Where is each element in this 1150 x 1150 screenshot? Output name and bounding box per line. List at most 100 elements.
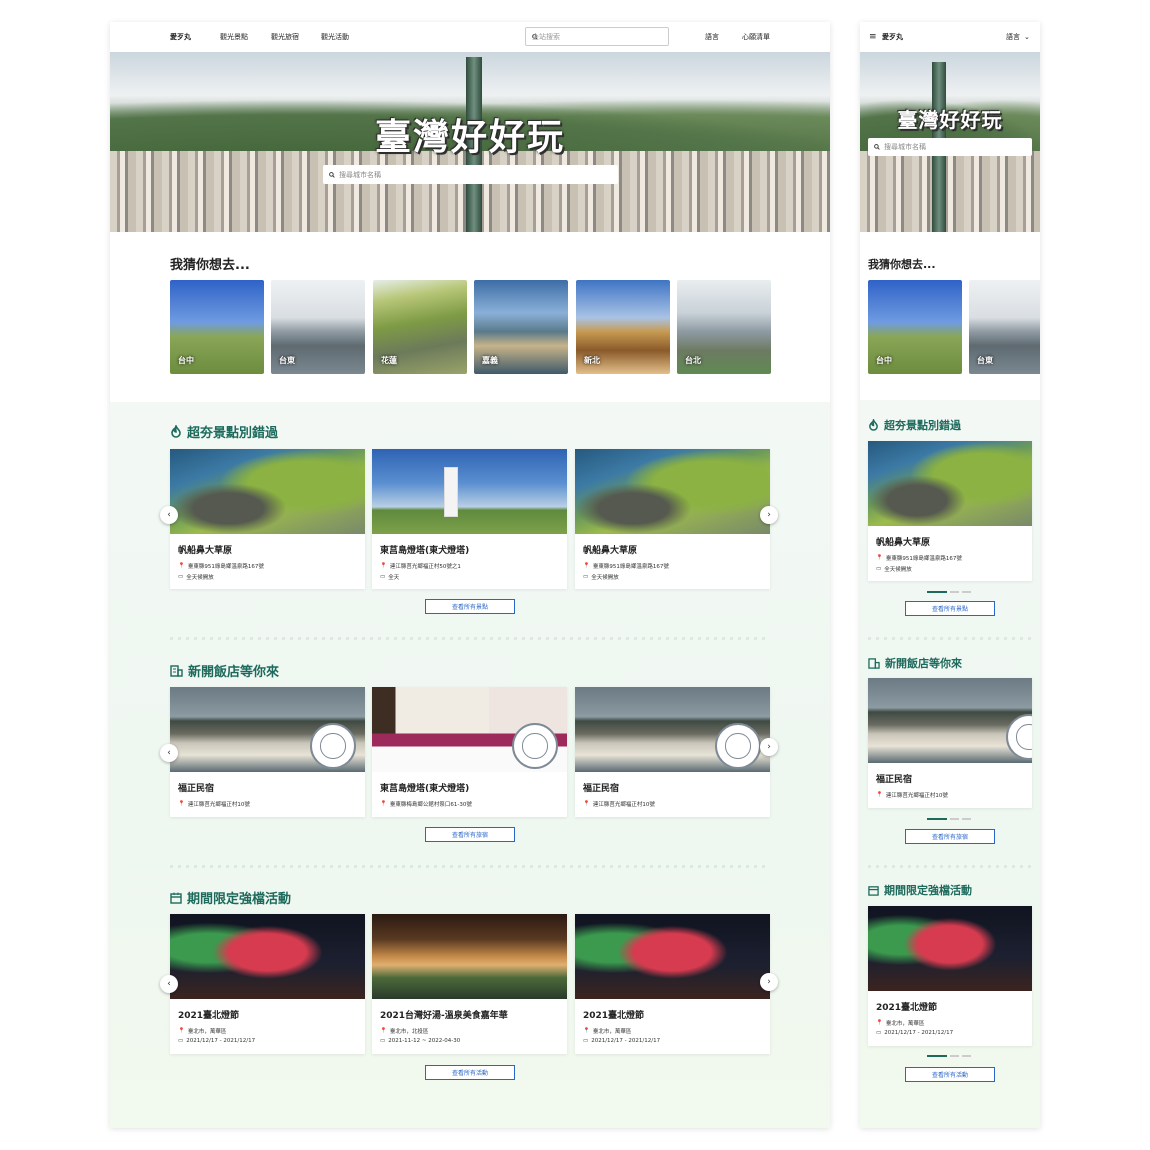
city-card-taichung[interactable]: 台中: [170, 280, 264, 374]
city-card-hualien[interactable]: 花蓮: [373, 280, 467, 374]
search-icon: [874, 144, 880, 150]
chevron-right-icon[interactable]: ›: [760, 973, 778, 991]
events-heading-text: 期間限定強檔活動: [884, 884, 972, 897]
city-card-taichung[interactable]: 台中: [868, 280, 962, 374]
event-card[interactable]: 2021台灣好湯-溫泉美食嘉年華 📍 臺北市，北投區 ▭ 2021-11-12 ~ …: [372, 914, 567, 1054]
hotel-title: 福正民宿: [876, 775, 913, 785]
city-label: 台東: [279, 356, 295, 365]
view-all-events-button[interactable]: 查看所有活動: [905, 1067, 995, 1082]
view-all-hotels-button[interactable]: 查看所有旅宿: [425, 827, 515, 842]
event-date: 2021/12/17 - 2021/12/17: [186, 1038, 256, 1044]
chevron-left-icon[interactable]: ‹: [160, 975, 178, 993]
carousel-pagination[interactable]: [927, 1055, 971, 1057]
desktop-frame: 愛歹丸 觀光景點 觀光旅宿 觀光活動 全站搜索 語言 心願清單 臺灣好好玩 搜尋…: [110, 22, 830, 1128]
site-search-placeholder: 全站搜索: [532, 32, 560, 41]
logo[interactable]: 愛歹丸: [882, 32, 903, 42]
spots-heading-text: 超夯景點別錯過: [884, 419, 961, 432]
event-image: [372, 914, 567, 999]
event-card[interactable]: 2021臺北燈節 📍 臺北市，萬華區 ▭ 2021/12/17 - 2021/12/…: [868, 906, 1032, 1046]
event-place: 臺北市，萬華區: [592, 1029, 632, 1035]
hotel-image: [372, 687, 567, 772]
spot-card[interactable]: 帆船鼻大草原 📍 臺東縣951綠島鄉溫泉路167號 ▭ 全天候開放: [170, 449, 365, 589]
spot-hours: 全天候開放: [591, 575, 619, 581]
chevron-left-icon[interactable]: ‹: [160, 744, 178, 762]
pin-icon: 📍: [380, 563, 387, 569]
city-card-taitung[interactable]: 台東: [271, 280, 365, 374]
taiwan-stay-badge: [512, 723, 558, 769]
spot-card[interactable]: 東莒島燈塔(東犬燈塔) 📍 連江縣莒光鄉福正村50號之1 ▭ 全天: [372, 449, 567, 589]
city-label: 台北: [685, 356, 701, 365]
spot-hours: 全天候開放: [186, 575, 214, 581]
hotel-address: 連江縣莒光鄉福正村10號: [885, 793, 948, 799]
spot-title: 帆船鼻大草原: [178, 546, 233, 556]
carousel-pagination[interactable]: [927, 591, 971, 593]
hero-title: 臺灣好好玩: [374, 116, 565, 158]
hotel-address: 連江縣莒光鄉福正村10號: [592, 802, 655, 808]
event-title: 2021臺北燈節: [583, 1011, 645, 1021]
city-card-taipei[interactable]: 台北: [677, 280, 771, 374]
hotels-heading-text: 新開飯店等你來: [188, 665, 280, 680]
city-search-input[interactable]: 搜尋城市名稱: [868, 138, 1032, 156]
menu-icon[interactable]: ≡: [869, 32, 877, 42]
logo[interactable]: 愛歹丸: [170, 32, 191, 42]
city-search-placeholder: 搜尋城市名稱: [339, 170, 381, 179]
event-card[interactable]: 2021臺北燈節 📍 臺北市，萬華區 ▭ 2021/12/17 - 2021/12/…: [170, 914, 365, 1054]
spot-card[interactable]: 帆船鼻大草原 📍 臺東縣951綠島鄉溫泉路167號 ▭ 全天候開放: [575, 449, 770, 589]
wishlist-link[interactable]: 心願清單: [742, 32, 770, 42]
spot-hours: 全天候開放: [884, 567, 912, 573]
mobile-frame: ≡ 愛歹丸 語言 ⌄ 臺灣好好玩 搜尋城市名稱 我猜你想去... 台中 台東 超…: [860, 22, 1040, 1128]
nav-link-spots[interactable]: 觀光景點: [220, 32, 248, 42]
carousel-pagination[interactable]: [927, 818, 971, 820]
divider: [170, 865, 770, 868]
view-all-spots-button[interactable]: 查看所有景點: [905, 601, 995, 616]
city-card-chiayi[interactable]: 嘉義: [474, 280, 568, 374]
event-image: [868, 906, 1032, 991]
hotel-title: 福正民宿: [583, 784, 620, 794]
chevron-left-icon[interactable]: ‹: [160, 506, 178, 524]
hotel-card[interactable]: 福正民宿 📍 連江縣莒光鄉福正村10號: [170, 687, 365, 817]
city-card-taitung[interactable]: 台東: [969, 280, 1040, 374]
view-all-events-button[interactable]: 查看所有活動: [425, 1065, 515, 1080]
view-all-spots-button[interactable]: 查看所有景點: [425, 599, 515, 614]
hotel-card[interactable]: 福正民宿 📍 連江縣莒光鄉福正村10號: [868, 678, 1032, 808]
view-all-hotels-button[interactable]: 查看所有旅宿: [905, 829, 995, 844]
hotels-heading: 新開飯店等你來: [170, 661, 279, 680]
spot-image: [868, 441, 1032, 526]
chevron-down-icon[interactable]: ⌄: [1024, 33, 1030, 41]
calendar-icon: ▭: [583, 574, 589, 580]
hotel-title: 福正民宿: [178, 784, 215, 794]
event-date: 2021-11-12 ~ 2022-04-30: [388, 1038, 461, 1044]
top-nav: 愛歹丸 觀光景點 觀光旅宿 觀光活動 全站搜索 語言 心願清單: [110, 22, 830, 52]
event-card[interactable]: 2021臺北燈節 📍 臺北市，萬華區 ▭ 2021/12/17 - 2021/12/…: [575, 914, 770, 1054]
site-search-input[interactable]: 全站搜索: [525, 27, 669, 46]
chevron-right-icon[interactable]: ›: [760, 738, 778, 756]
fire-icon: [869, 419, 878, 431]
spot-address: 連江縣莒光鄉福正村50號之1: [389, 564, 461, 570]
calendar-icon: ▭: [380, 1038, 386, 1044]
hotels-heading-text: 新開飯店等你來: [885, 657, 962, 670]
city-search-input[interactable]: 搜尋城市名稱: [323, 165, 618, 184]
hotels-heading: 新開飯店等你來: [868, 655, 962, 671]
hotel-card[interactable]: 東莒島燈塔(東犬燈塔) 📍 臺東縣梅島鄉公館村祭口61-30號: [372, 687, 567, 817]
taiwan-stay-badge: [1006, 714, 1032, 760]
hotel-address: 連江縣莒光鄉福正村10號: [187, 802, 250, 808]
taiwan-stay-badge: [715, 723, 761, 769]
calendar-icon: ▭: [178, 1038, 184, 1044]
nav-link-hotels[interactable]: 觀光旅宿: [271, 32, 299, 42]
calendar-icon: ▭: [583, 1038, 589, 1044]
spot-card[interactable]: 帆船鼻大草原 📍 臺東縣951綠島鄉溫泉路167號 ▭ 全天候開放: [868, 441, 1032, 581]
hotel-card[interactable]: 福正民宿 📍 連江縣莒光鄉福正村10號: [575, 687, 770, 817]
nav-link-events[interactable]: 觀光活動: [321, 32, 349, 42]
hotel-image: [575, 687, 770, 772]
spot-image: [372, 449, 567, 534]
language-link[interactable]: 語言: [705, 32, 719, 42]
event-date: 2021/12/17 - 2021/12/17: [591, 1038, 661, 1044]
chevron-right-icon[interactable]: ›: [760, 506, 778, 524]
language-link[interactable]: 語言: [1006, 32, 1020, 42]
hero-title: 臺灣好好玩: [897, 108, 1003, 132]
spot-address: 臺東縣951綠島鄉溫泉路167號: [592, 564, 669, 570]
mobile-hero-banner: 臺灣好好玩 搜尋城市名稱: [860, 52, 1040, 232]
spots-heading: 超夯景點別錯過: [868, 417, 961, 433]
hotel-icon: [868, 657, 880, 669]
city-card-new-taipei[interactable]: 新北: [576, 280, 670, 374]
